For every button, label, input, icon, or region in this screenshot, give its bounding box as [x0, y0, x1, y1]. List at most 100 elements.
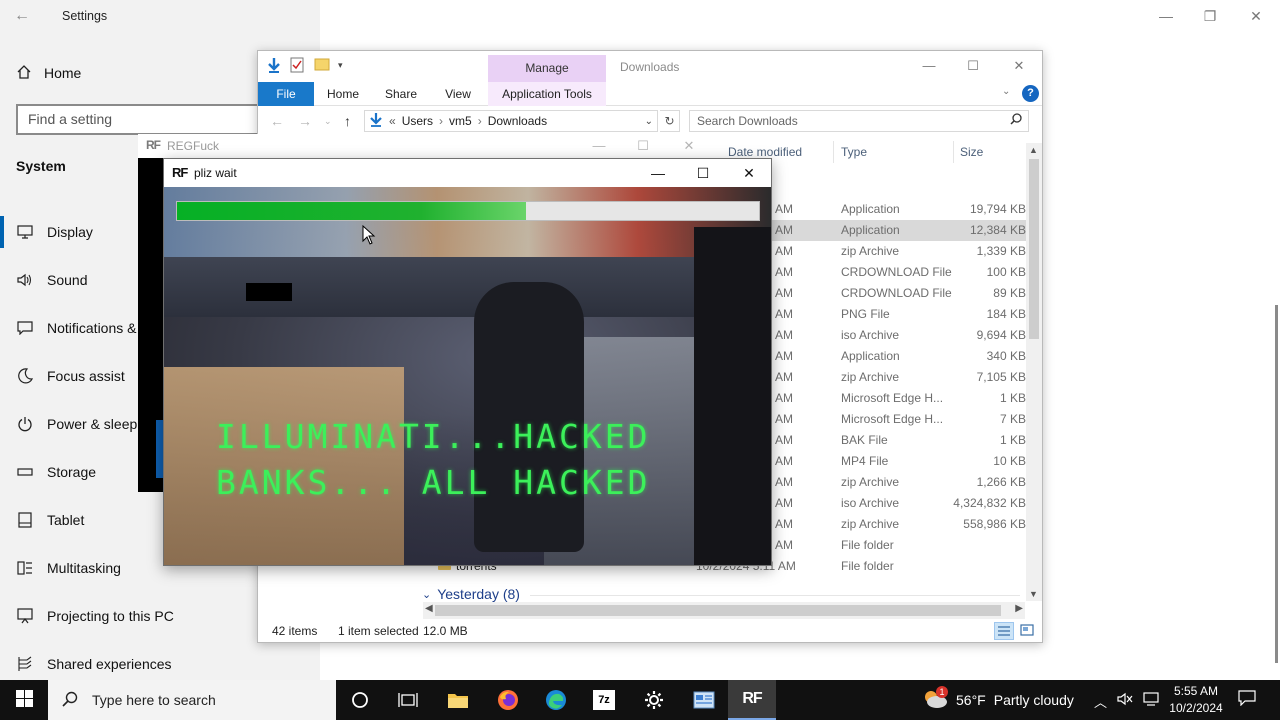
column-separator[interactable]: [953, 141, 954, 163]
edge-icon[interactable]: [532, 680, 580, 720]
pliz-close-button[interactable]: ✕: [734, 163, 764, 183]
start-button[interactable]: [0, 680, 48, 720]
address-dropdown-icon[interactable]: ⌄: [645, 116, 653, 127]
windows-logo-icon: [15, 690, 33, 710]
new-folder-icon[interactable]: [314, 57, 330, 73]
settings-scrollbar[interactable]: [1275, 305, 1278, 663]
manage-tab[interactable]: Manage: [488, 55, 606, 82]
redaction-box: [246, 283, 292, 301]
back-arrow-icon[interactable]: ←: [270, 113, 284, 129]
nav-label: Shared experiences: [47, 656, 172, 672]
pliz-wait-titlebar[interactable]: RF pliz wait — ☐ ✕: [164, 159, 771, 187]
col-type[interactable]: Type: [841, 145, 867, 159]
scroll-down-icon[interactable]: ▼: [1029, 589, 1038, 599]
horizontal-scrollbar[interactable]: ◀ ▶: [423, 602, 1025, 619]
breadcrumb-overflow-icon[interactable]: «: [389, 114, 396, 128]
group-label: Yesterday (8): [437, 586, 520, 602]
settings-restore-button[interactable]: ❐: [1200, 6, 1220, 26]
column-separator[interactable]: [833, 141, 834, 163]
breadcrumb-downloads[interactable]: Downloads: [488, 114, 547, 128]
pliz-minimize-button[interactable]: —: [643, 163, 673, 183]
quick-access-toolbar: ▾: [266, 57, 343, 73]
regfuck-minimize-button[interactable]: —: [586, 136, 612, 156]
nav-label: Storage: [47, 464, 97, 480]
up-arrow-icon[interactable]: ↑: [344, 113, 351, 129]
breadcrumb-users[interactable]: Users: [402, 114, 433, 128]
regfuck-maximize-button[interactable]: ☐: [630, 136, 656, 156]
address-row: ← → ⌄ ↑ « Users › vm5 › Downloads ⌄ ↻ Se…: [258, 109, 1042, 135]
settings-gear-icon[interactable]: [630, 680, 678, 720]
pliz-maximize-button[interactable]: ☐: [688, 163, 718, 183]
weather-description: Partly cloudy: [993, 692, 1074, 708]
home-link[interactable]: Home: [16, 62, 81, 84]
tab-view[interactable]: View: [434, 82, 482, 106]
settings-minimize-button[interactable]: —: [1156, 6, 1176, 26]
vertical-scrollbar[interactable]: ▲ ▼: [1026, 143, 1042, 601]
network-icon[interactable]: [1143, 692, 1161, 711]
regfuck-close-button[interactable]: ✕: [676, 136, 702, 156]
search-icon: [1010, 113, 1022, 128]
nav-label: Power & sleep: [47, 416, 138, 432]
col-size[interactable]: Size: [960, 145, 983, 159]
horizontal-scroll-thumb[interactable]: [435, 605, 1001, 616]
downloads-folder-icon: [369, 112, 383, 130]
taskbar-search-box[interactable]: Type here to search: [48, 680, 336, 720]
details-view-icon[interactable]: [994, 622, 1014, 640]
explorer-minimize-button[interactable]: —: [914, 56, 944, 76]
tab-application-tools[interactable]: Application Tools: [488, 82, 606, 106]
explorer-maximize-button[interactable]: ☐: [958, 56, 988, 76]
taskbar-clock[interactable]: 5:55 AM 10/2/2024: [1160, 683, 1232, 717]
speaker-muted-icon[interactable]: [1117, 692, 1133, 711]
settings-close-button[interactable]: ✕: [1246, 6, 1266, 26]
explorer-close-button[interactable]: ✕: [1004, 56, 1034, 76]
task-view-icon[interactable]: [384, 680, 432, 720]
scroll-right-icon[interactable]: ▶: [1015, 603, 1023, 614]
properties-icon[interactable]: [290, 57, 306, 73]
notifications-icon: [16, 320, 33, 337]
back-arrow-icon[interactable]: ←: [14, 6, 34, 26]
weather-temperature: 56°F: [956, 692, 986, 708]
qat-dropdown-icon[interactable]: ▾: [338, 60, 343, 71]
recent-chevron-icon[interactable]: ⌄: [324, 116, 332, 127]
weather-cloud-icon: 1: [922, 685, 948, 712]
regfuck-title: REGFuck: [167, 139, 220, 153]
breadcrumb-vm5[interactable]: vm5: [449, 114, 472, 128]
forward-arrow-icon[interactable]: →: [298, 113, 312, 129]
address-bar[interactable]: « Users › vm5 › Downloads ⌄: [364, 110, 658, 132]
breadcrumb-chevron-icon: ›: [477, 114, 482, 128]
mouse-cursor-icon: [362, 224, 376, 248]
tab-share[interactable]: Share: [376, 82, 426, 106]
help-icon[interactable]: ?: [1022, 85, 1039, 102]
explorer-titlebar[interactable]: ▾ Manage Downloads — ☐ ✕: [258, 51, 1042, 82]
weather-widget[interactable]: 1 56°F Partly cloudy: [922, 680, 1074, 720]
speaker-icon: [16, 272, 33, 289]
control-panel-icon[interactable]: [680, 680, 728, 720]
col-date-modified[interactable]: Date modified: [728, 145, 802, 159]
tab-file[interactable]: File: [258, 82, 314, 106]
find-setting-input[interactable]: Find a setting: [16, 104, 266, 135]
group-header-yesterday[interactable]: ⌄ Yesterday (8): [422, 586, 520, 602]
chevron-down-icon[interactable]: ⌄: [1002, 86, 1010, 97]
moon-icon: [16, 368, 33, 385]
firefox-icon[interactable]: [484, 680, 532, 720]
large-icons-view-icon[interactable]: [1018, 622, 1038, 640]
tab-home[interactable]: Home: [318, 82, 368, 106]
regfuck-titlebar[interactable]: RF REGFuck — ☐ ✕: [138, 134, 710, 158]
system-tray: ︿: [1094, 692, 1161, 711]
nav-label: Multitasking: [47, 560, 121, 576]
scroll-left-icon[interactable]: ◀: [425, 603, 433, 614]
multitasking-icon: [16, 560, 33, 577]
rf-taskbar-icon[interactable]: RF: [728, 680, 776, 720]
cortana-icon[interactable]: [336, 680, 384, 720]
7zip-icon[interactable]: 7z: [580, 680, 628, 720]
file-explorer-taskbar-icon[interactable]: [434, 680, 482, 720]
download-arrow-icon[interactable]: [266, 57, 282, 73]
vertical-scroll-thumb[interactable]: [1029, 159, 1039, 339]
weather-alert-badge: 1: [936, 685, 948, 698]
notification-center-icon[interactable]: [1234, 690, 1260, 710]
scroll-up-icon[interactable]: ▲: [1029, 145, 1038, 155]
refresh-icon[interactable]: ↻: [660, 110, 680, 132]
home-label: Home: [44, 65, 82, 81]
chevron-up-icon[interactable]: ︿: [1094, 692, 1107, 711]
search-downloads-input[interactable]: Search Downloads: [689, 110, 1029, 132]
